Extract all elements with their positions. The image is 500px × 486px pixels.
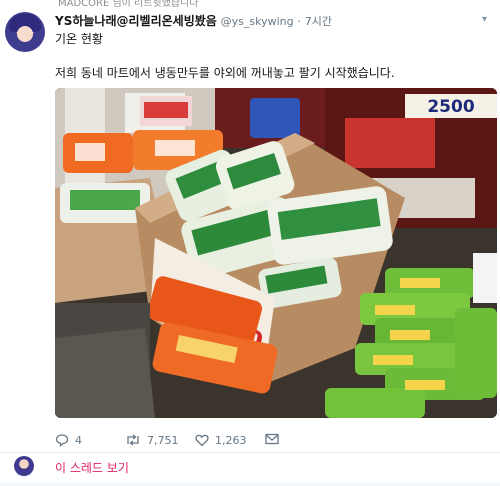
thread-row[interactable]: 이 스레드 보기 <box>0 454 500 478</box>
reply-context: 기온 현황 <box>55 32 103 46</box>
bottom-border <box>0 482 500 486</box>
reply-count: 4 <box>75 433 82 447</box>
avatar[interactable] <box>5 12 45 52</box>
tweet-text: 저희 동네 마트에서 냉동만두를 야외에 꺼내놓고 팔기 시작했습니다. <box>55 66 395 80</box>
price-sign-right-text: 2500 <box>427 97 474 117</box>
retweet-icon <box>127 434 139 446</box>
thread-avatar <box>14 456 34 476</box>
chevron-down-icon[interactable]: ▾ <box>482 14 487 25</box>
retweet-context-strip: MADCORE 님이 리트윗했습니다 <box>0 0 500 8</box>
like-count: 1,263 <box>215 433 247 447</box>
like-button[interactable]: 1,263 <box>195 433 247 447</box>
display-name[interactable]: YS하늘나래@리벨리온세빙봤음 <box>55 14 217 28</box>
photo-scene: 2500 <box>55 88 497 418</box>
retweet-count: 7,751 <box>147 433 179 447</box>
tweet-actions: 4 7,751 1,263 <box>55 433 335 449</box>
retweet-context: MADCORE 님이 리트윗했습니다 <box>58 0 199 8</box>
user-handle[interactable]: @ys_skywing <box>221 15 294 28</box>
heart-icon <box>195 434 209 447</box>
tweet-header: YS하늘나래@리벨리온세빙봤음 @ys_skywing · 7시간 <box>55 12 332 29</box>
reply-button[interactable]: 4 <box>55 433 82 447</box>
divider <box>0 452 500 453</box>
tweet-time[interactable]: 7시간 <box>305 15 332 28</box>
tweet-photo[interactable]: 2500 <box>55 88 497 418</box>
tweet[interactable]: YS하늘나래@리벨리온세빙봤음 @ys_skywing · 7시간 ▾ 기온 현… <box>0 8 500 448</box>
reply-icon <box>55 434 69 447</box>
message-button[interactable] <box>265 433 279 445</box>
retweet-button[interactable]: 7,751 <box>125 433 179 447</box>
separator-dot: · <box>297 15 301 28</box>
envelope-icon <box>265 433 279 445</box>
view-thread-link[interactable]: 이 스레드 보기 <box>55 459 129 476</box>
